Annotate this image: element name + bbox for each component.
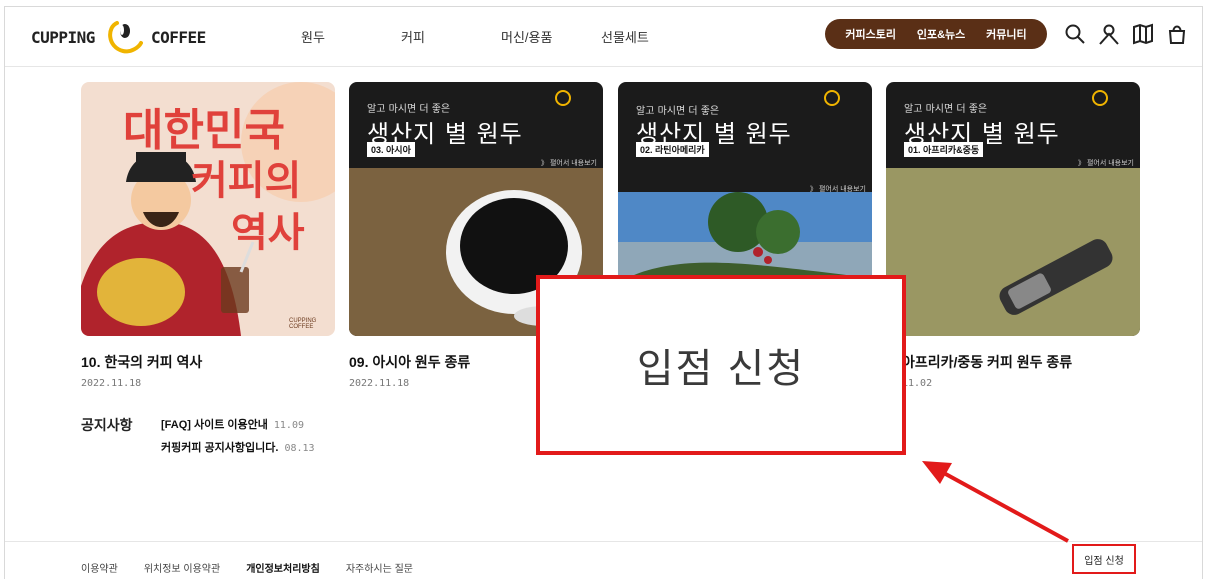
pill-item-news[interactable]: 인포&뉴스: [917, 26, 965, 42]
footer-links: 이용약관 위치정보 이용약관 개인정보처리방침 자주하시는 질문: [81, 560, 413, 575]
post-thumbnail-africa: 알고 마시면 더 좋은 생산지 별 원두 01. 아프리카&중동 》 펼어서 내…: [886, 82, 1140, 336]
post-card[interactable]: 알고 마시면 더 좋은 생산지 별 원두 01. 아프리카&중동 》 펼어서 내…: [886, 82, 1140, 389]
notice-date: 08.13: [284, 443, 315, 454]
thumb-line-2: 커피의: [191, 159, 302, 203]
thumb-brand: CUPPING COFFEE: [289, 318, 317, 330]
thumb-tag: 03. 아시아: [367, 142, 415, 157]
main-nav: 원두 커피 머신/용품 선물세트: [301, 27, 701, 46]
thumb-more: 》 펼어서 내용보기: [541, 160, 597, 167]
callout-text: 입점 신청: [636, 347, 806, 391]
pill-item-story[interactable]: 커피스토리: [845, 26, 896, 42]
thumb-more: 》 펼어서 내용보기: [810, 186, 866, 193]
notice-item[interactable]: 커핑커피 공지사항입니다. 08.13: [161, 439, 315, 455]
post-thumbnail-korea-history: 대한민국 커피의 역사 CUPPING COFFEE: [81, 82, 335, 336]
header-icons: [1063, 21, 1189, 47]
footer-link-location-terms[interactable]: 위치정보 이용약관: [144, 560, 220, 575]
logo-text-left: CUPPING: [31, 27, 95, 47]
nav-item-beans[interactable]: 원두: [301, 27, 401, 46]
notice-text[interactable]: [FAQ] 사이트 이용안내: [161, 419, 268, 431]
footer-link-terms[interactable]: 이용약관: [81, 560, 118, 575]
thumb-more: 》 펼어서 내용보기: [1078, 160, 1134, 167]
thumb-subtitle: 알고 마시면 더 좋은: [904, 104, 988, 115]
notice-date: 11.09: [273, 420, 304, 431]
bag-icon[interactable]: [1165, 21, 1189, 47]
post-title[interactable]: 10. 한국의 커피 역사: [81, 352, 335, 372]
logo-mark-icon: [103, 17, 143, 57]
footer-link-privacy[interactable]: 개인정보처리방침: [246, 560, 320, 575]
logo-text-right: COFFEE: [150, 27, 206, 47]
site-header: CUPPING COFFEE 원두 커피 머신/용품 선물세트 커피스토리 인포…: [5, 7, 1202, 67]
thumb-tag: 01. 아프리카&중동: [904, 142, 984, 157]
thumb-line-3: 역사: [231, 211, 305, 255]
site-logo[interactable]: CUPPING COFFEE: [31, 17, 206, 57]
notice-item[interactable]: [FAQ] 사이트 이용안내 11.09: [161, 416, 315, 432]
search-icon[interactable]: [1063, 21, 1087, 47]
user-icon[interactable]: [1097, 21, 1121, 47]
nav-item-machine[interactable]: 머신/용품: [501, 27, 601, 46]
post-card[interactable]: 대한민국 커피의 역사 CUPPING COFFEE 10. 한국의 커피 역사…: [81, 82, 335, 389]
notice-text[interactable]: 커핑커피 공지사항입니다.: [161, 442, 278, 454]
nav-item-coffee[interactable]: 커피: [401, 27, 501, 46]
notice-list: [FAQ] 사이트 이용안내 11.09 커핑커피 공지사항입니다. 08.13: [161, 416, 315, 462]
nav-item-gift[interactable]: 선물세트: [601, 27, 701, 46]
secondary-nav-pill: 커피스토리 인포&뉴스 커뮤니티: [825, 19, 1047, 49]
site-footer: 이용약관 위치정보 이용약관 개인정보처리방침 자주하시는 질문: [5, 541, 1202, 579]
post-title[interactable]: 아프리카/중동 커피 원두 종류: [886, 352, 1140, 372]
apply-store-link[interactable]: 입점 신청: [1072, 544, 1136, 574]
post-date: 11.02: [902, 378, 933, 389]
thumb-subtitle: 알고 마시면 더 좋은: [367, 104, 451, 115]
map-icon[interactable]: [1131, 21, 1155, 47]
thumb-tag: 02. 라틴아메리카: [636, 142, 709, 157]
footer-link-faq[interactable]: 자주하시는 질문: [346, 560, 413, 575]
pill-item-community[interactable]: 커뮤니티: [986, 26, 1026, 42]
notice-heading: 공지사항: [81, 417, 133, 433]
post-date: 2022.11.18: [81, 378, 142, 389]
callout-box: 입점 신청: [536, 275, 906, 455]
